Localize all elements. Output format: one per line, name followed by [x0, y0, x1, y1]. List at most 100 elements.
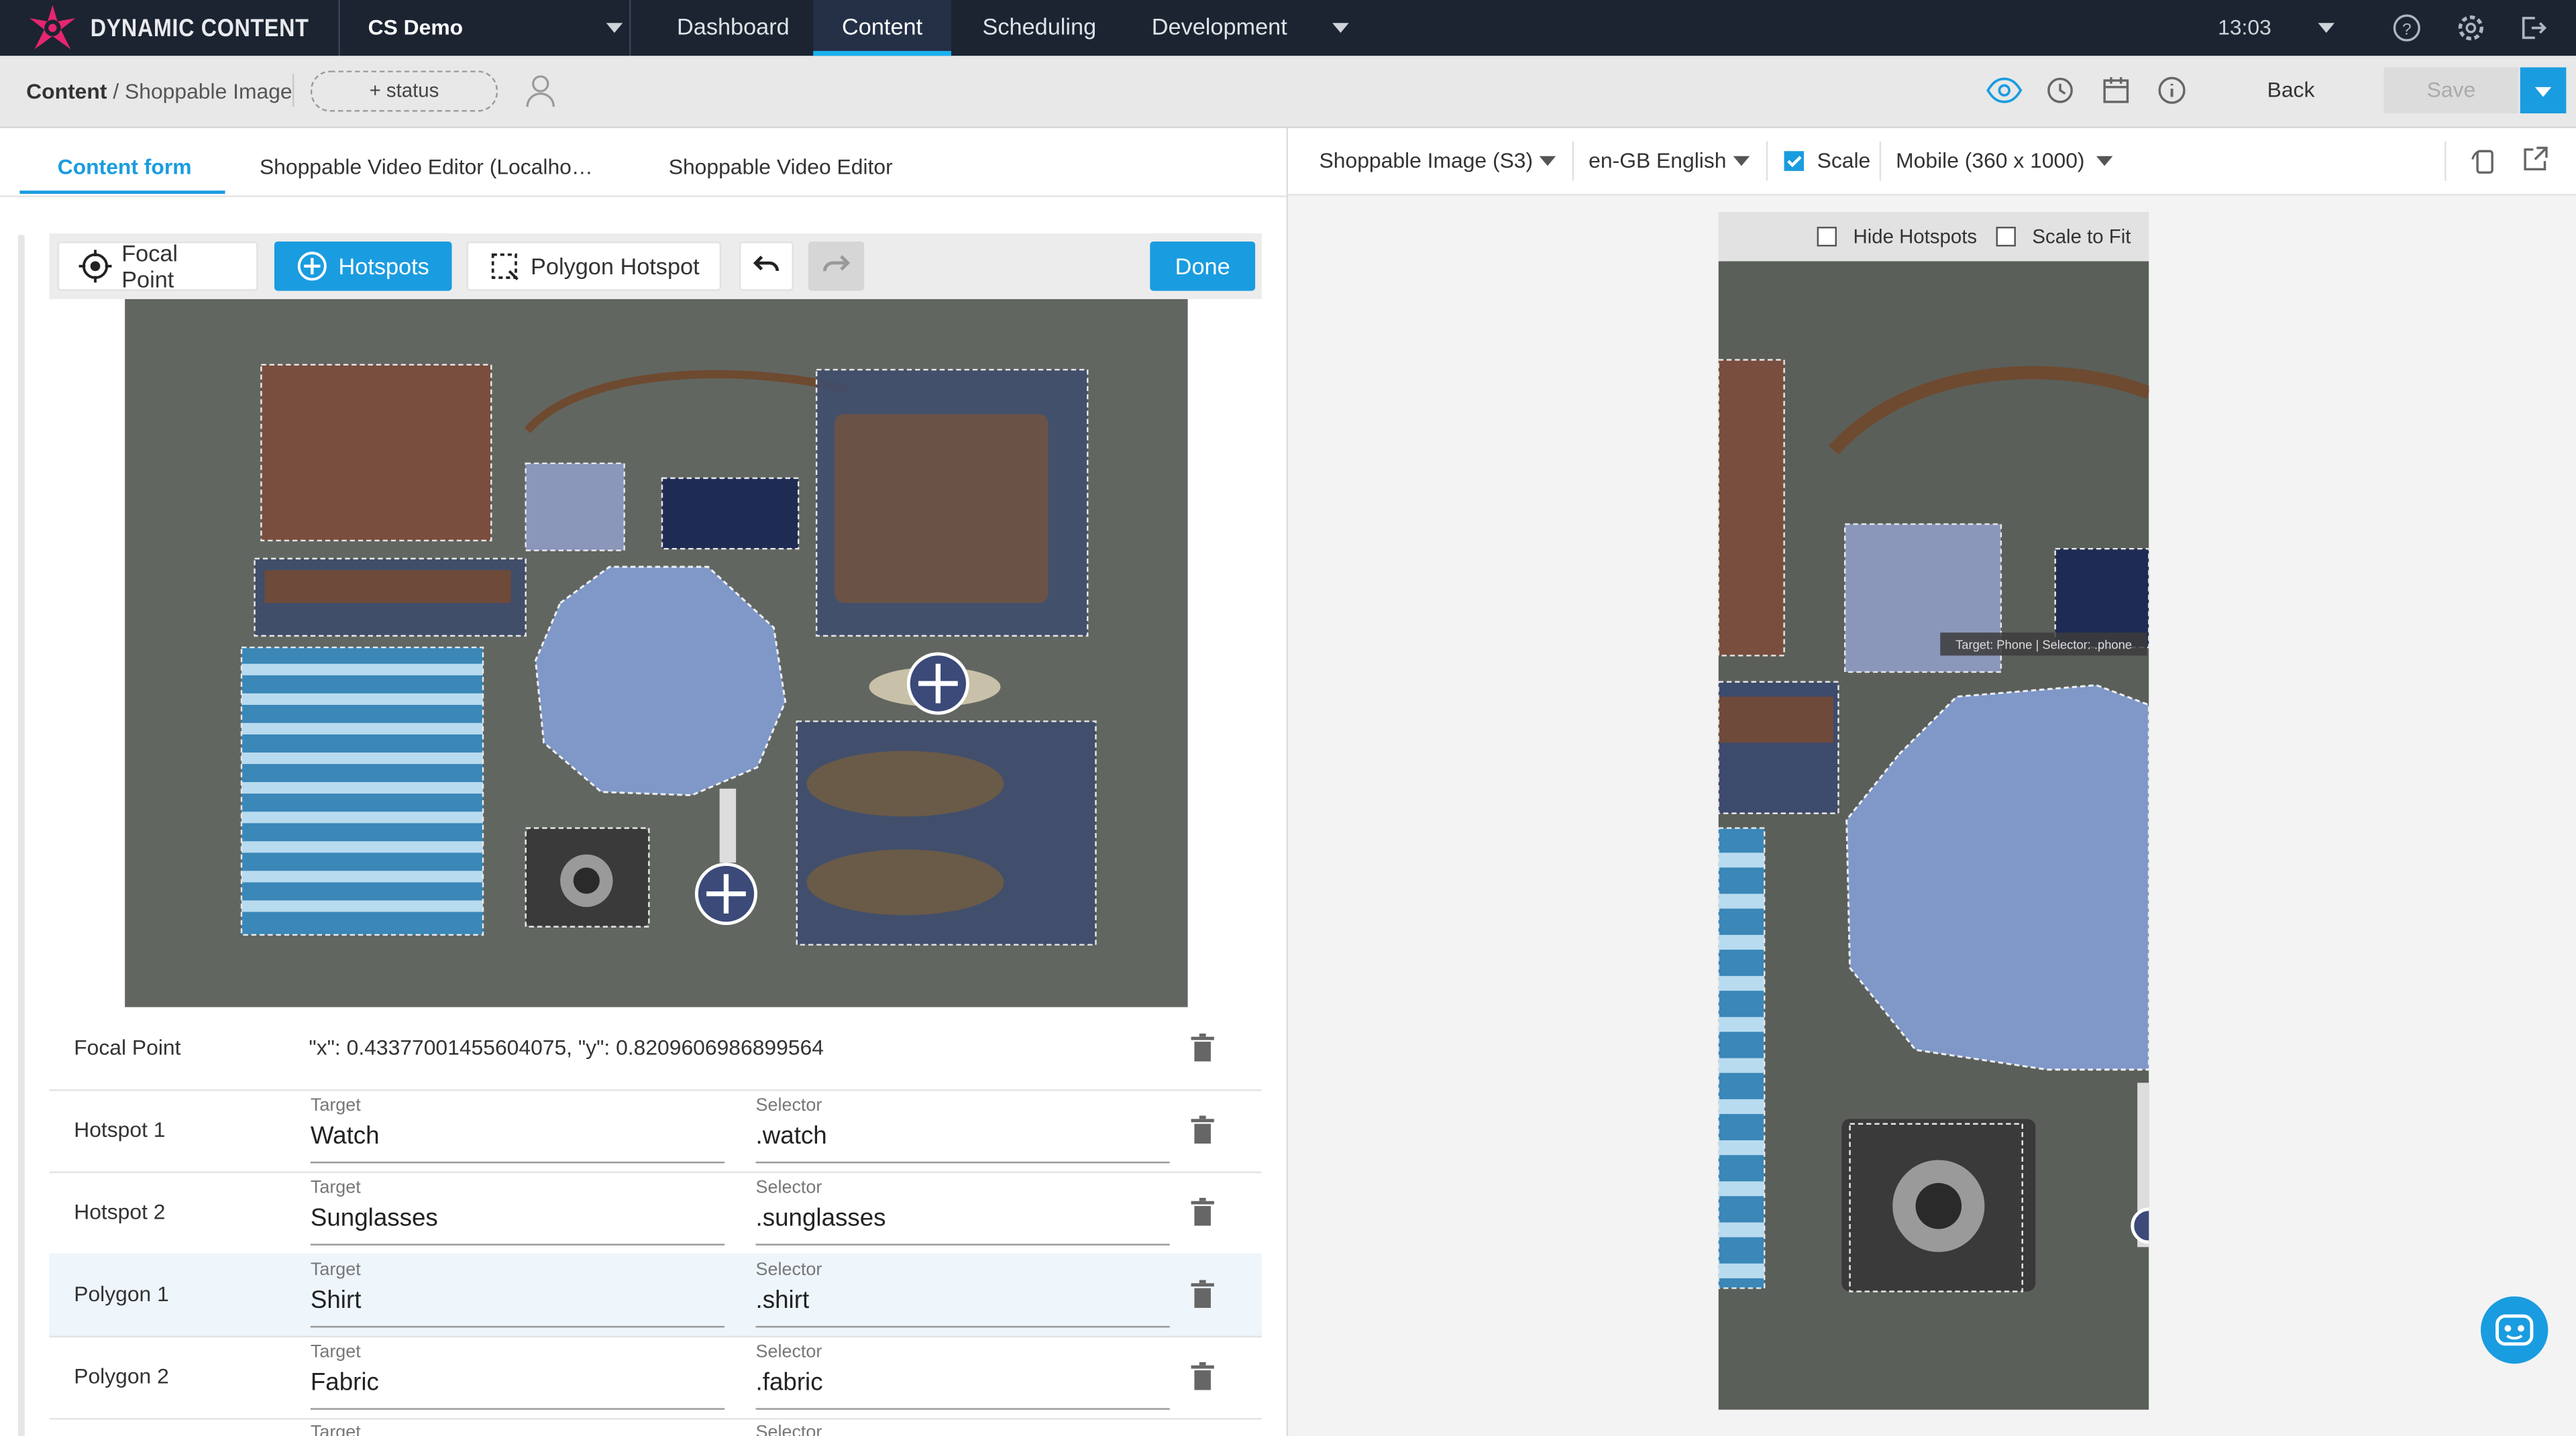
nav-content[interactable]: Content: [813, 0, 951, 56]
delete-icon[interactable]: [1189, 1362, 1216, 1392]
delete-icon[interactable]: [1189, 1280, 1216, 1309]
tab-shoppable-video-editor[interactable]: Shoppable Video Editor: [669, 154, 893, 179]
save-button[interactable]: Save: [2383, 67, 2519, 114]
open-external-icon[interactable]: [2520, 145, 2550, 174]
calendar-icon[interactable]: [2100, 74, 2133, 107]
divider: [1766, 141, 1768, 181]
info-icon[interactable]: [2155, 74, 2188, 107]
watch-item: [719, 788, 737, 863]
content-type-select[interactable]: Shoppable Image (S3): [1320, 148, 1534, 172]
svg-text:?: ?: [2402, 20, 2412, 38]
device-select[interactable]: Mobile (360 x 1000): [1896, 148, 2084, 172]
tab-shoppable-video-editor-localhost[interactable]: Shoppable Video Editor (Localho…: [260, 154, 593, 179]
selector-input[interactable]: .fabric: [756, 1369, 823, 1397]
hotspot-tooltip-text: Target: Phone | Selector: .phone: [1955, 638, 2132, 652]
scroll-rail[interactable]: [17, 235, 25, 1436]
hotspot-row: Hotspot 2 Target Sunglasses Selector .su…: [49, 1172, 1262, 1256]
preview-options-bar: Hide Hotspots Scale to Fit: [1718, 212, 2149, 262]
target-input-underline: [310, 1408, 725, 1410]
focal-point-row-label: Focal Point: [74, 1035, 181, 1060]
target-input[interactable]: Watch: [311, 1122, 380, 1150]
target-field-label: Target: [310, 1342, 361, 1362]
hotspots-button[interactable]: Hotspots: [274, 241, 452, 291]
nav-scheduling[interactable]: Scheduling: [983, 0, 1097, 56]
preview-eye-icon[interactable]: [1986, 76, 2023, 105]
polygon-hotspot-button[interactable]: Polygon Hotspot: [466, 241, 722, 291]
add-status-button[interactable]: + status: [310, 70, 498, 112]
done-button[interactable]: Done: [1150, 241, 1256, 291]
target-input[interactable]: Shirt: [311, 1286, 362, 1315]
chevron-down-icon[interactable]: [1733, 156, 1750, 166]
brand-logo-icon: [30, 5, 76, 50]
nav-dashboard[interactable]: Dashboard: [677, 0, 790, 56]
polygon-select-icon: [491, 253, 519, 280]
chevron-down-icon[interactable]: [1539, 156, 1556, 166]
redo-icon: [822, 255, 851, 272]
breadcrumb: Content / Shoppable Image: [26, 79, 292, 104]
selector-input-underline: [755, 1161, 1170, 1164]
content-header-bar: Content / Shoppable Image + status Back …: [0, 56, 2576, 129]
hotspot-editor-canvas[interactable]: [125, 298, 1188, 1007]
shirt-stripes: [241, 663, 484, 912]
scale-label: Scale: [1817, 148, 1871, 173]
selector-input[interactable]: .shirt: [756, 1286, 810, 1315]
settings-icon[interactable]: [2455, 11, 2487, 44]
hotspot-marker-sunglasses[interactable]: [906, 652, 969, 715]
scale-checkbox[interactable]: [1784, 151, 1805, 171]
scale-to-fit-checkbox[interactable]: [1996, 227, 2016, 247]
chevron-down-icon[interactable]: [1332, 23, 1349, 33]
breadcrumb-root[interactable]: Content: [26, 79, 107, 104]
delete-icon[interactable]: [1189, 1197, 1216, 1227]
polygon-row-label: Polygon 2: [74, 1364, 169, 1388]
target-input[interactable]: Fabric: [311, 1369, 379, 1397]
divider: [1879, 141, 1882, 181]
divider: [2445, 141, 2447, 181]
undo-button[interactable]: [739, 241, 794, 291]
selector-input[interactable]: .watch: [756, 1122, 827, 1150]
nav-development[interactable]: Development: [1152, 0, 1287, 56]
hub-name: CS Demo: [368, 15, 464, 40]
brand[interactable]: DYNAMIC CONTENT: [28, 0, 339, 56]
chevron-down-icon[interactable]: [2318, 23, 2335, 33]
delete-icon[interactable]: [1189, 1033, 1216, 1063]
help-icon[interactable]: ?: [2390, 11, 2423, 44]
selector-input[interactable]: .sunglasses: [756, 1205, 886, 1233]
history-icon[interactable]: [2044, 74, 2077, 107]
brand-name: DYNAMIC CONTENT: [90, 13, 309, 42]
done-label: Done: [1175, 253, 1230, 280]
back-button[interactable]: Back: [2267, 77, 2315, 102]
selector-field-label: Selector: [755, 1178, 822, 1198]
user-icon[interactable]: [523, 72, 559, 109]
polygon-row: Polygon 1 Target Shirt Selector .shirt: [49, 1254, 1262, 1338]
wallet-item: [1718, 360, 1784, 656]
redo-button[interactable]: [808, 241, 865, 291]
active-tab-indicator: [19, 190, 225, 195]
save-options-button[interactable]: [2520, 67, 2567, 114]
hotspot-row-label: Hotspot 1: [74, 1117, 166, 1142]
undo-icon: [753, 256, 780, 272]
focal-point-value: "x": 0.43377001455604075, "y": 0.8209606…: [309, 1035, 824, 1060]
target-input-underline: [310, 1244, 725, 1246]
target-input[interactable]: Sunglasses: [311, 1205, 438, 1233]
logout-icon[interactable]: [2517, 11, 2550, 44]
locale-select[interactable]: en-GB English: [1589, 148, 1726, 172]
focal-point-button[interactable]: Focal Point: [57, 240, 258, 292]
tab-content-form[interactable]: Content form: [58, 154, 192, 179]
chevron-down-icon[interactable]: [2096, 156, 2113, 166]
hotspot-marker-watch[interactable]: [694, 863, 757, 926]
hotspot-toolbar: Focal Point Hotspots Polygon Hotspot Don…: [49, 233, 1262, 299]
chatbot-button[interactable]: [2480, 1296, 2548, 1364]
target-field-label: Target: [310, 1178, 361, 1198]
phone-item: [661, 478, 799, 549]
shoe-item: [806, 849, 1004, 916]
rotate-device-icon[interactable]: [2467, 145, 2500, 178]
hub-selector[interactable]: CS Demo: [338, 0, 631, 56]
add-circle-icon: [297, 252, 327, 281]
delete-icon[interactable]: [1189, 1115, 1216, 1145]
hide-hotspots-checkbox[interactable]: [1817, 227, 1837, 247]
polygon-row-label: Polygon 1: [74, 1281, 169, 1307]
mobile-preview-image[interactable]: Target: Phone | Selector: .phone: [1718, 261, 2149, 1410]
wallet-item: [261, 364, 492, 541]
target-field-label: Target: [310, 1095, 361, 1116]
belt-item: [1718, 696, 1834, 743]
